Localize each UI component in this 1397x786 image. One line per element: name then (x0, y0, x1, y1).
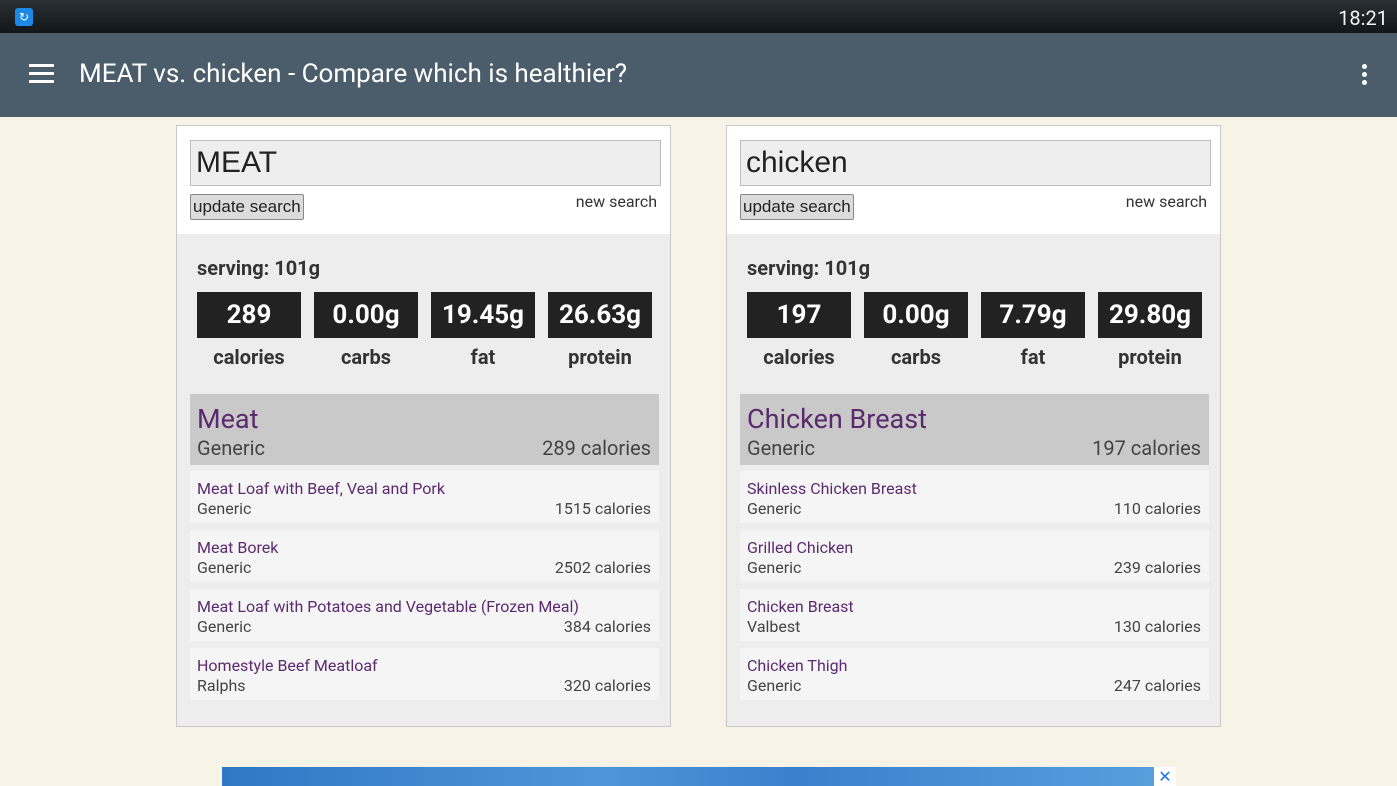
food-calories: 1515 calories (554, 499, 651, 518)
food-brand: Generic (747, 676, 802, 695)
food-brand: Generic (197, 499, 252, 518)
food-name: Chicken Breast (747, 597, 854, 616)
search-area: update search new search (727, 126, 1220, 234)
new-search-link[interactable]: new search (576, 192, 657, 211)
food-brand: Generic (747, 436, 815, 460)
food-brand: Generic (747, 499, 802, 518)
list-item[interactable]: Homestyle Beef Meatloaf Ralphs 320 calor… (190, 648, 659, 700)
list-item[interactable]: Meat Loaf with Beef, Veal and Pork Gener… (190, 471, 659, 523)
food-brand: Generic (747, 558, 802, 577)
list-item[interactable]: Skinless Chicken Breast Generic 110 calo… (740, 471, 1209, 523)
calories-label: calories (763, 345, 835, 369)
food-calories: 110 calories (1113, 499, 1201, 518)
food-calories: 130 calories (1113, 617, 1201, 636)
fat-label: fat (470, 345, 496, 369)
search-area: update search new search (177, 126, 670, 234)
comparison-panel-left: update search new search serving: 101g 2… (176, 125, 671, 727)
food-name: Chicken Breast (747, 403, 927, 435)
list-item[interactable]: Grilled Chicken Generic 239 calories (740, 530, 1209, 582)
selected-food-item[interactable]: Chicken Breast Generic 197 calories (740, 394, 1209, 465)
food-name: Meat Loaf with Beef, Veal and Pork (197, 479, 445, 498)
carbs-value: 0.00g (864, 292, 968, 338)
food-name: Meat Borek (197, 538, 279, 557)
search-input[interactable] (190, 140, 661, 186)
protein-value: 26.63g (548, 292, 652, 338)
hamburger-menu-icon[interactable] (29, 64, 54, 84)
protein-label: protein (1118, 345, 1182, 369)
food-name: Chicken Thigh (747, 656, 848, 675)
status-time: 18:21 (1338, 6, 1388, 30)
update-search-button[interactable]: update search (740, 194, 854, 220)
fat-label: fat (1020, 345, 1046, 369)
food-brand: Generic (197, 436, 265, 460)
search-input[interactable] (740, 140, 1211, 186)
list-item[interactable]: Meat Borek Generic 2502 calories (190, 530, 659, 582)
carbs-value: 0.00g (314, 292, 418, 338)
food-calories: 289 calories (542, 436, 651, 460)
food-calories: 384 calories (563, 617, 651, 636)
food-name: Meat (197, 403, 259, 435)
calories-value: 289 (197, 292, 301, 338)
list-item[interactable]: Chicken Breast Valbest 130 calories (740, 589, 1209, 641)
serving-size: serving: 101g (747, 256, 871, 280)
calories-value: 197 (747, 292, 851, 338)
status-bar: ↻ 18:21 (0, 0, 1397, 33)
food-calories: 239 calories (1113, 558, 1201, 577)
food-brand: Valbest (747, 617, 801, 636)
calories-label: calories (213, 345, 285, 369)
food-calories: 320 calories (563, 676, 651, 695)
food-name: Skinless Chicken Breast (747, 479, 917, 498)
food-name: Homestyle Beef Meatloaf (197, 656, 378, 675)
carbs-label: carbs (341, 345, 391, 369)
food-calories: 197 calories (1092, 436, 1201, 460)
protein-label: protein (568, 345, 632, 369)
list-item[interactable]: Chicken Thigh Generic 247 calories (740, 648, 1209, 700)
new-search-link[interactable]: new search (1126, 192, 1207, 211)
food-calories: 2502 calories (554, 558, 651, 577)
food-brand: Generic (197, 617, 252, 636)
serving-size: serving: 101g (197, 256, 321, 280)
food-name: Grilled Chicken (747, 538, 854, 557)
food-calories: 247 calories (1113, 676, 1201, 695)
app-bar: MEAT vs. chicken - Compare which is heal… (0, 33, 1397, 117)
update-search-button[interactable]: update search (190, 194, 304, 220)
food-brand: Generic (197, 558, 252, 577)
fat-value: 7.79g (981, 292, 1085, 338)
page-title: MEAT vs. chicken - Compare which is heal… (79, 59, 628, 89)
app-badge-icon: ↻ (15, 8, 33, 26)
comparison-panel-right: update search new search serving: 101g 1… (726, 125, 1221, 727)
overflow-menu-icon[interactable] (1360, 64, 1368, 88)
ad-banner[interactable]: ✕ (222, 767, 1176, 786)
fat-value: 19.45g (431, 292, 535, 338)
food-brand: Ralphs (197, 676, 246, 695)
food-name: Meat Loaf with Potatoes and Vegetable (F… (197, 597, 579, 616)
close-icon[interactable]: ✕ (1154, 767, 1176, 786)
carbs-label: carbs (891, 345, 941, 369)
protein-value: 29.80g (1098, 292, 1202, 338)
selected-food-item[interactable]: Meat Generic 289 calories (190, 394, 659, 465)
list-item[interactable]: Meat Loaf with Potatoes and Vegetable (F… (190, 589, 659, 641)
